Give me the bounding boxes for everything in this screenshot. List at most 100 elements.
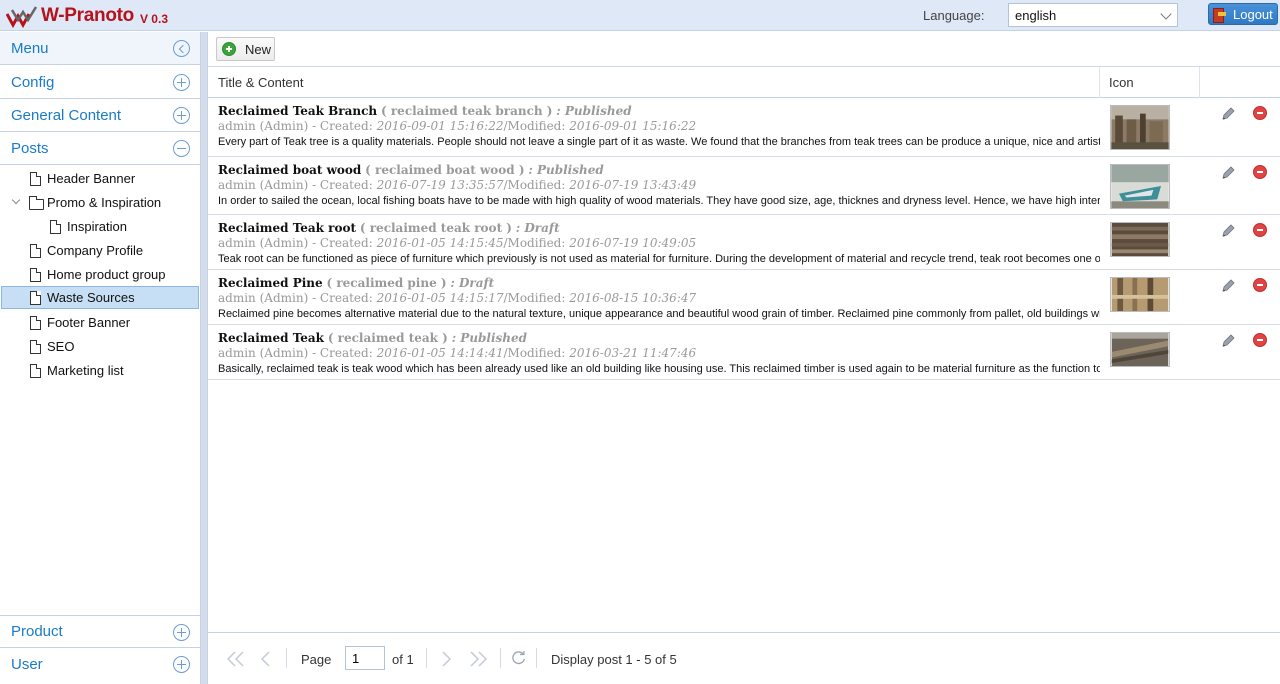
post-title: Reclaimed Teak root (218, 221, 357, 235)
collapse-sidebar-icon[interactable] (173, 40, 190, 57)
previous-page-icon[interactable] (260, 651, 272, 667)
edit-pencil-icon[interactable] (1220, 165, 1236, 181)
tree-item-label: Marketing list (47, 363, 124, 378)
collapse-icon[interactable] (173, 140, 190, 157)
sidebar-splitter[interactable] (201, 32, 208, 684)
post-slug: ( reclaimed teak branch ) (381, 104, 553, 118)
delete-icon[interactable] (1253, 278, 1267, 292)
tree-item-footer-banner[interactable]: Footer Banner (1, 311, 199, 334)
expand-icon[interactable] (173, 624, 190, 641)
next-page-icon[interactable] (440, 651, 452, 667)
table-row[interactable]: Reclaimed Teak ( reclaimed teak ) : Publ… (208, 326, 1280, 380)
delete-icon[interactable] (1253, 333, 1267, 347)
edit-pencil-icon[interactable] (1220, 278, 1236, 294)
post-title: Reclaimed Teak (218, 331, 324, 345)
section-label: Posts (11, 139, 49, 157)
row-meta-line: admin (Admin) - Created: 2016-07-19 13:3… (218, 178, 1100, 193)
post-modified: 2016-03-21 11:47:46 (569, 346, 697, 360)
post-modified: 2016-07-19 10:49:05 (569, 236, 697, 250)
modified-label: /Modified: (503, 236, 566, 250)
page-number-input[interactable] (345, 646, 385, 670)
table-row[interactable]: Reclaimed Pine ( recalimed pine ) : Draf… (208, 271, 1280, 325)
post-thumbnail-image[interactable] (1110, 164, 1170, 209)
section-product[interactable]: Product (0, 615, 200, 648)
new-post-button[interactable]: New (216, 37, 275, 61)
post-status: : Draft (450, 276, 495, 290)
post-thumbnail-image[interactable] (1110, 105, 1170, 150)
tree-item-label: Company Profile (47, 243, 144, 258)
tree-item-seo[interactable]: SEO (1, 335, 199, 358)
pager-separator (536, 648, 537, 668)
document-icon (30, 267, 41, 282)
row-meta-line: admin (Admin) - Created: 2016-01-05 14:1… (218, 236, 1100, 251)
post-thumbnail-image[interactable] (1110, 222, 1170, 257)
expand-icon[interactable] (173, 107, 190, 124)
sidebar: Menu Config General Content Posts Header… (0, 32, 201, 684)
post-modified: 2016-08-15 10:36:47 (569, 291, 697, 305)
section-general-content[interactable]: General Content (0, 99, 200, 132)
post-excerpt: Teak root can be functioned as piece of … (218, 253, 1100, 265)
tree-item-label: Inspiration (67, 219, 127, 234)
modified-label: /Modified: (503, 346, 566, 360)
column-icon[interactable]: Icon (1100, 67, 1200, 98)
row-meta-line: admin (Admin) - Created: 2016-01-05 14:1… (218, 346, 1100, 361)
page-count: of 1 (392, 652, 414, 667)
logout-button[interactable]: Logout (1208, 3, 1278, 25)
expand-icon[interactable] (173, 656, 190, 673)
tree-item-inspiration[interactable]: Inspiration (1, 215, 199, 238)
post-author: admin (Admin) - Created: (218, 119, 373, 133)
post-slug: ( reclaimed boat wood ) (365, 163, 525, 177)
post-thumbnail-image[interactable] (1110, 277, 1170, 312)
delete-icon[interactable] (1253, 165, 1267, 179)
tree-item-waste-sources[interactable]: Waste Sources (1, 286, 199, 309)
language-value: english (1015, 8, 1057, 23)
post-slug: ( reclaimed teak ) (327, 331, 448, 345)
tree-item-label: Home product group (47, 267, 166, 282)
logo-icon (6, 6, 38, 28)
edit-pencil-icon[interactable] (1220, 106, 1236, 122)
refresh-icon[interactable] (510, 650, 528, 666)
table-row[interactable]: Reclaimed Teak Branch ( reclaimed teak b… (208, 99, 1280, 157)
tree-item-label: Header Banner (47, 171, 136, 186)
edit-pencil-icon[interactable] (1220, 223, 1236, 239)
post-author: admin (Admin) - Created: (218, 236, 373, 250)
tree-item-label: SEO (47, 339, 75, 354)
section-config[interactable]: Config (0, 66, 200, 99)
post-excerpt: Basically, reclaimed teak is teak wood w… (218, 363, 1100, 375)
chevron-down-icon (1160, 8, 1172, 20)
document-icon (30, 339, 41, 354)
chevron-down-icon[interactable] (11, 195, 21, 205)
expand-icon[interactable] (173, 74, 190, 91)
first-page-icon[interactable] (226, 651, 246, 667)
section-label: Product (11, 623, 63, 640)
document-icon (30, 363, 41, 378)
tree-item-marketing-list[interactable]: Marketing list (1, 359, 199, 382)
modified-label: /Modified: (503, 178, 566, 192)
tree-item-company-profile[interactable]: Company Profile (1, 239, 199, 262)
language-select[interactable]: english (1008, 3, 1178, 27)
row-title-line: Reclaimed Teak Branch ( reclaimed teak b… (218, 104, 1100, 119)
table-row[interactable]: Reclaimed boat wood ( reclaimed boat woo… (208, 158, 1280, 215)
row-content: Reclaimed Teak root ( reclaimed teak roo… (218, 221, 1100, 267)
post-status: : Draft (515, 221, 560, 235)
row-title-line: Reclaimed Teak root ( reclaimed teak roo… (218, 221, 1100, 236)
section-posts[interactable]: Posts (0, 132, 200, 165)
row-content: Reclaimed Teak Branch ( reclaimed teak b… (218, 104, 1100, 150)
row-meta-line: admin (Admin) - Created: 2016-01-05 14:1… (218, 291, 1100, 306)
edit-pencil-icon[interactable] (1220, 333, 1236, 349)
column-title-content[interactable]: Title & Content (208, 67, 1100, 98)
table-row[interactable]: Reclaimed Teak root ( reclaimed teak roo… (208, 216, 1280, 270)
post-thumbnail-image[interactable] (1110, 332, 1170, 367)
section-label: General Content (11, 106, 122, 124)
tree-item-home-product-group[interactable]: Home product group (1, 263, 199, 286)
tree-item-promo-inspiration[interactable]: Promo & Inspiration (1, 191, 199, 214)
delete-icon[interactable] (1253, 106, 1267, 120)
delete-icon[interactable] (1253, 223, 1267, 237)
post-author: admin (Admin) - Created: (218, 346, 373, 360)
menu-header[interactable]: Menu (0, 32, 200, 65)
last-page-icon[interactable] (468, 651, 488, 667)
tree-item-header-banner[interactable]: Header Banner (1, 167, 199, 190)
post-author: admin (Admin) - Created: (218, 178, 373, 192)
section-user[interactable]: User (0, 648, 200, 681)
tree-item-label: Footer Banner (47, 315, 131, 330)
